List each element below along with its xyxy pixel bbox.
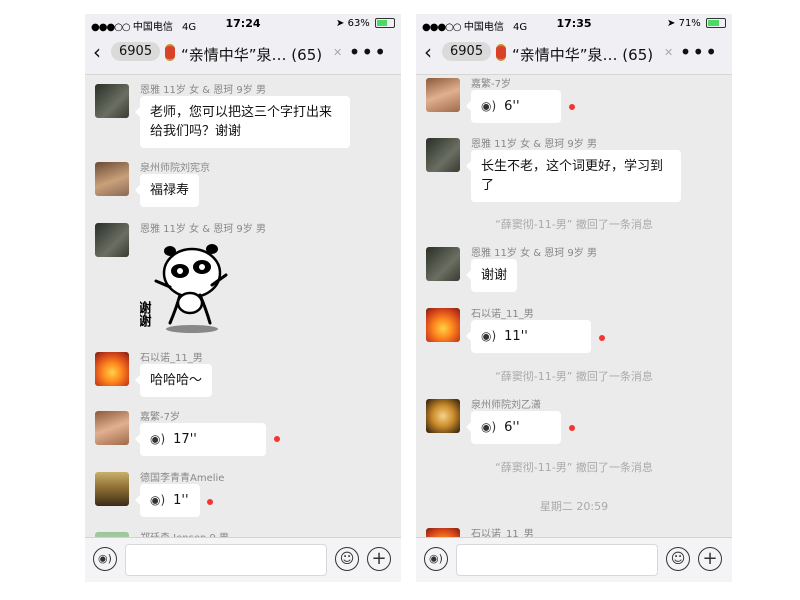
text-bubble[interactable]: 谢谢	[465, 259, 518, 292]
chat-title-text: “亲情中华”泉… (65)	[181, 46, 323, 64]
timestamp-label: 星期二 20:59	[539, 500, 609, 513]
panda-sticker[interactable]: 谢谢	[140, 235, 240, 335]
mute-bell-icon: ✕	[333, 46, 343, 59]
voice-duration: 6''	[504, 99, 520, 114]
unread-dot	[569, 425, 575, 431]
system-notice: “薛窦彻-11-男” 撤回了一条消息	[495, 218, 653, 231]
sender-name: 石以诺_11_男	[471, 309, 534, 320]
voice-bubble[interactable]: ◉) 1''	[135, 484, 200, 517]
input-toolbar: ◉) ☺ +	[416, 537, 732, 582]
lantern-icon	[496, 44, 506, 61]
sender-name: 泉州师院刘宪京	[140, 163, 210, 174]
sender-name: 嘉繁-7岁	[471, 79, 511, 90]
avatar[interactable]	[426, 78, 460, 112]
plus-icon[interactable]: +	[367, 547, 391, 571]
chat-title: “亲情中华”泉… (65)	[496, 44, 653, 65]
avatar[interactable]	[95, 84, 129, 118]
chat-title-text: “亲情中华”泉… (65)	[512, 46, 654, 64]
text-bubble[interactable]: 长生不老，这个词更好，学习到了	[466, 150, 681, 202]
avatar[interactable]	[426, 138, 460, 172]
voice-wave-icon: ◉)	[481, 99, 497, 113]
sender-name: 德国李青青Amelie	[140, 473, 225, 484]
more-options-button[interactable]: •••	[680, 40, 718, 64]
unread-dot	[274, 436, 280, 442]
sender-name: 恩雅 11岁 女 & 恩珂 9岁 男	[471, 248, 597, 259]
status-bar: ●●●○○ 中国电信 4G 17:24 ➤ 63%	[85, 14, 401, 34]
avatar[interactable]	[426, 247, 460, 281]
unread-dot	[599, 335, 605, 341]
sender-name: 恩雅 11岁 女 & 恩珂 9岁 男	[140, 85, 266, 96]
voice-wave-icon: ◉)	[481, 329, 497, 343]
back-unread-count[interactable]: 6905	[442, 42, 492, 61]
battery-percent: 71%	[678, 18, 701, 29]
avatar[interactable]	[95, 472, 129, 506]
battery-info: ➤ 71%	[667, 18, 726, 29]
unread-dot	[569, 104, 575, 110]
battery-percent: 63%	[347, 18, 370, 29]
avatar[interactable]	[95, 352, 129, 386]
sender-name: 恩雅 11岁 女 & 恩珂 9岁 男	[471, 139, 597, 150]
input-toolbar: ◉) ☺ +	[85, 537, 401, 582]
system-notice: “薛窦彻-11-男” 撤回了一条消息	[495, 370, 653, 383]
avatar[interactable]	[95, 411, 129, 445]
sender-name: 恩雅 11岁 女 & 恩珂 9岁 男	[140, 224, 266, 235]
battery-icon	[375, 18, 395, 28]
chat-navbar: ‹ 6905 “亲情中华”泉… (65) ✕ •••	[416, 34, 732, 75]
back-chevron-icon[interactable]: ‹	[424, 42, 432, 62]
voice-input-icon[interactable]: ◉)	[424, 547, 448, 571]
avatar[interactable]	[95, 223, 129, 257]
voice-bubble[interactable]: ◉) 6''	[466, 411, 561, 444]
sticker-text: 谢谢	[140, 300, 151, 328]
back-unread-count[interactable]: 6905	[111, 42, 161, 61]
avatar[interactable]	[426, 308, 460, 342]
emoji-icon[interactable]: ☺	[335, 547, 359, 571]
emoji-icon[interactable]: ☺	[666, 547, 690, 571]
text-bubble[interactable]: 福禄寿	[134, 174, 200, 207]
voice-wave-icon: ◉)	[150, 493, 166, 507]
back-chevron-icon[interactable]: ‹	[93, 42, 101, 62]
message-input[interactable]	[125, 544, 327, 576]
avatar[interactable]	[426, 399, 460, 433]
phone-screen-right: ●●●○○ 中国电信 4G 17:35 ➤ 71% ‹ 6905 “亲情中华”泉…	[416, 14, 732, 582]
avatar[interactable]	[95, 162, 129, 196]
lantern-icon	[165, 44, 175, 61]
more-options-button[interactable]: •••	[349, 40, 387, 64]
text-bubble[interactable]: 哈哈哈～	[134, 364, 213, 397]
location-icon: ➤	[667, 18, 676, 29]
message-input[interactable]	[456, 544, 658, 576]
voice-duration: 1''	[173, 493, 189, 508]
voice-duration: 17''	[173, 432, 197, 447]
voice-input-icon[interactable]: ◉)	[93, 547, 117, 571]
battery-info: ➤ 63%	[336, 18, 395, 29]
voice-bubble[interactable]: ◉) 11''	[466, 320, 591, 353]
status-bar: ●●●○○ 中国电信 4G 17:35 ➤ 71%	[416, 14, 732, 34]
mute-bell-icon: ✕	[664, 46, 674, 59]
system-notice: “薛窦彻-11-男” 撤回了一条消息	[495, 461, 653, 474]
location-icon: ➤	[336, 18, 345, 29]
battery-icon	[706, 18, 726, 28]
chat-navbar: ‹ 6905 “亲情中华”泉… (65) ✕ •••	[85, 34, 401, 75]
phone-screen-left: ●●●○○ 中国电信 4G 17:24 ➤ 63% ‹ 6905 “亲情中华”泉…	[85, 14, 401, 582]
unread-dot	[207, 499, 213, 505]
voice-bubble[interactable]: ◉) 6''	[466, 90, 561, 123]
voice-duration: 11''	[504, 329, 528, 344]
voice-wave-icon: ◉)	[481, 420, 497, 434]
plus-icon[interactable]: +	[698, 547, 722, 571]
sender-name: 石以诺_11_男	[140, 353, 203, 364]
sender-name: 嘉繁-7岁	[140, 412, 180, 423]
voice-duration: 6''	[504, 420, 520, 435]
voice-wave-icon: ◉)	[150, 432, 166, 446]
sender-name: 泉州师院刘乙潇	[471, 400, 541, 411]
voice-bubble[interactable]: ◉) 17''	[135, 423, 266, 456]
chat-title: “亲情中华”泉… (65)	[165, 44, 322, 65]
text-bubble[interactable]: 老师，您可以把这三个字打出来给我们吗？谢谢	[135, 96, 350, 148]
